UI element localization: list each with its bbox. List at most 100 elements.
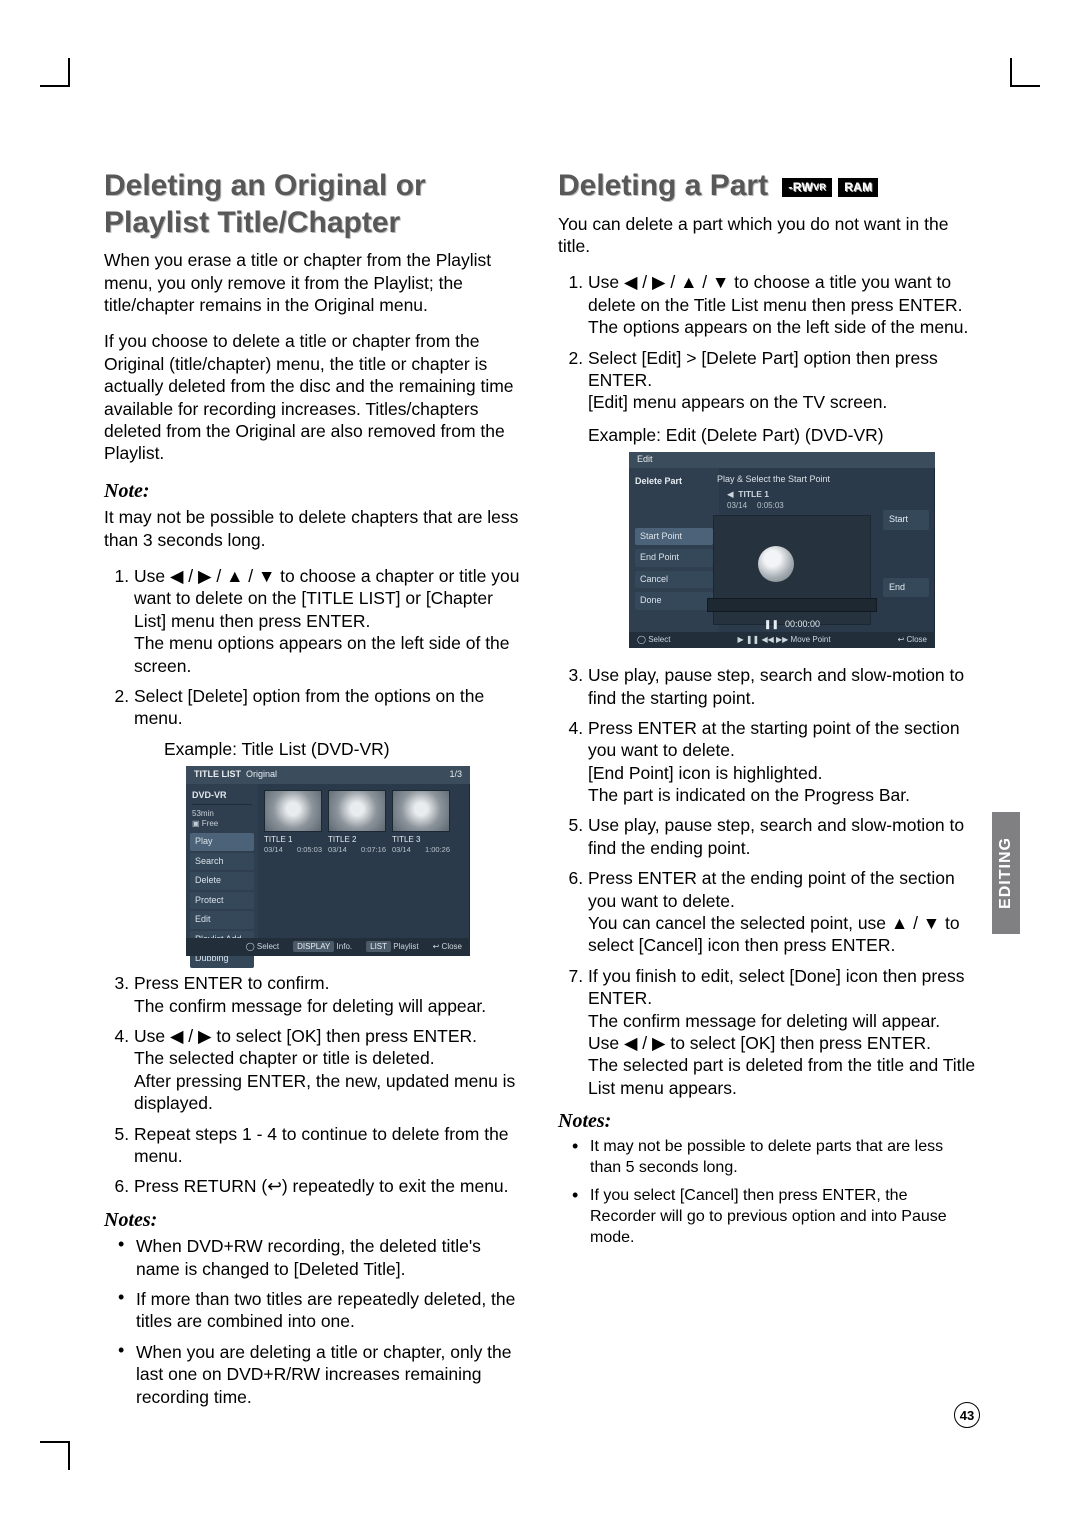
right-step-4: Press ENTER at the starting point of the… xyxy=(588,717,976,807)
right-step-6b: You can cancel the selected point, use ▲… xyxy=(588,912,976,957)
left-heading: Deleting an Original or Playlist Title/C… xyxy=(104,168,522,241)
right-step-7b: The confirm message for deleting will ap… xyxy=(588,1010,976,1032)
pause-icon: ❚❚ xyxy=(764,619,779,631)
example-1-label: Example: Title List (DVD-VR) xyxy=(164,738,522,760)
right-step-6a: Press ENTER at the ending point of the s… xyxy=(588,868,955,910)
shot2-clip-len: 0:05:03 xyxy=(757,501,784,511)
left-note-2: If more than two titles are repeatedly d… xyxy=(122,1288,522,1333)
shot2-bottom-close: Close xyxy=(907,635,927,644)
left-steps: Use ◀ / ▶ / ▲ / ▼ to choose a chapter or… xyxy=(104,565,522,1198)
right-step-4a: Press ENTER at the starting point of the… xyxy=(588,718,960,760)
shot2-clip-title: TITLE 1 xyxy=(738,489,769,499)
shot2-start-point: Start Point xyxy=(635,528,713,546)
shot1-menu-search: Search xyxy=(190,853,254,871)
right-step-7d: The selected part is deleted from the ti… xyxy=(588,1054,976,1099)
left-step-6: Press RETURN (↩) repeatedly to exit the … xyxy=(134,1175,522,1197)
shot1-thumb-2: TITLE 2 03/14 0:07:16 xyxy=(328,790,386,932)
shot2-title: Edit xyxy=(637,454,653,466)
right-step-7a: If you finish to edit, select [Done] ico… xyxy=(588,966,964,1008)
right-column: Deleting a Part -RWVR RAM You can delete… xyxy=(558,168,976,1418)
shot1-menu-edit: Edit xyxy=(190,911,254,929)
left-step-4a: Use ◀ / ▶ to select [OK] then press ENTE… xyxy=(134,1026,477,1046)
right-p1: You can delete a part which you do not w… xyxy=(558,213,976,258)
shot1-thumb-1: TITLE 1 03/140:05:03 xyxy=(264,790,322,932)
badge-rwvr: -RWVR xyxy=(782,178,832,197)
shot1-bottom-close: Close xyxy=(442,942,462,951)
shot1-bottom-list-chip: LIST xyxy=(366,941,391,952)
badge-ram: RAM xyxy=(838,178,878,197)
right-step-7: If you finish to edit, select [Done] ico… xyxy=(588,965,976,1099)
right-note-1: It may not be possible to delete parts t… xyxy=(576,1137,976,1179)
right-step-6: Press ENTER at the ending point of the s… xyxy=(588,867,976,957)
left-step-4b: The selected chapter or title is deleted… xyxy=(134,1047,522,1069)
right-step-1a: Use ◀ / ▶ / ▲ / ▼ to choose a title you … xyxy=(588,272,963,314)
shot2-end-point: End Point xyxy=(635,549,713,567)
shot1-time: 53min xyxy=(192,809,214,818)
page-content: Deleting an Original or Playlist Title/C… xyxy=(104,168,976,1418)
right-step-1b: The options appears on the left side of … xyxy=(588,316,976,338)
shot2-clip-date: 03/14 xyxy=(727,501,747,511)
shot1-bottom-display-chip: DISPLAY xyxy=(293,941,334,952)
shot2-bottom-select: Select xyxy=(648,635,670,644)
shot1-thumb1-len: 0:05:03 xyxy=(297,845,322,855)
left-column: Deleting an Original or Playlist Title/C… xyxy=(104,168,522,1418)
shot2-preview-icon xyxy=(758,546,794,582)
right-step-2b: [Edit] menu appears on the TV screen. xyxy=(588,391,976,413)
section-tab-editing: EDITING xyxy=(992,812,1020,934)
shot1-bottom-playlist: Playlist xyxy=(393,942,418,951)
left-p1: When you erase a title or chapter from t… xyxy=(104,249,522,316)
left-step-2: Select [Delete] option from the options … xyxy=(134,685,522,956)
shot1-thumb2-date: 03/14 xyxy=(328,845,347,855)
left-note-3: When you are deleting a title or chapter… xyxy=(122,1341,522,1408)
example-2-label: Example: Edit (Delete Part) (DVD-VR) xyxy=(588,424,976,446)
right-step-1: Use ◀ / ▶ / ▲ / ▼ to choose a title you … xyxy=(588,271,976,338)
page-number: 43 xyxy=(954,1402,980,1428)
right-heading-text: Deleting a Part xyxy=(558,169,768,202)
left-step-5: Repeat steps 1 - 4 to continue to delete… xyxy=(134,1123,522,1168)
right-step-7c: Use ◀ / ▶ to select [OK] then press ENTE… xyxy=(588,1032,976,1054)
left-step-1a: Use ◀ / ▶ / ▲ / ▼ to choose a chapter or… xyxy=(134,566,519,631)
shot1-thumb3-len: 1:00:26 xyxy=(425,845,450,855)
left-step-1: Use ◀ / ▶ / ▲ / ▼ to choose a chapter or… xyxy=(134,565,522,677)
shot1-menu-play: Play xyxy=(190,833,254,851)
shot2-done: Done xyxy=(635,592,713,610)
shot2-progress-bar xyxy=(707,598,877,612)
shot2-start-btn: Start xyxy=(883,510,929,530)
right-notes-heading: Notes: xyxy=(558,1109,976,1135)
screenshot-edit-delete-part: Edit Delete Part Start Point End Point C… xyxy=(629,452,935,648)
left-step-4c: After pressing ENTER, the new, updated m… xyxy=(134,1070,522,1115)
right-heading: Deleting a Part -RWVR RAM xyxy=(558,168,976,205)
shot2-end-btn: End xyxy=(883,578,929,598)
left-step-3b: The confirm message for deleting will ap… xyxy=(134,995,522,1017)
shot1-menu-protect: Protect xyxy=(190,892,254,910)
shot1-thumb-3: TITLE 3 03/14 1:00:26 xyxy=(392,790,450,932)
shot1-thumb1-title: TITLE 1 xyxy=(264,835,322,845)
right-step-2a: Select [Edit] > [Delete Part] option the… xyxy=(588,348,938,390)
right-step-4b: [End Point] icon is highlighted. xyxy=(588,762,976,784)
screenshot-title-list: TITLE LIST Original 1/3 DVD-VR 53min ▣ F… xyxy=(186,766,470,956)
shot1-thumb3-date: 03/14 xyxy=(392,845,411,855)
shot1-thumb2-len: 0:07:16 xyxy=(361,845,386,855)
note-heading: Note: xyxy=(104,479,522,505)
note-text: It may not be possible to delete chapter… xyxy=(104,506,522,551)
shot1-bottom-info: Info. xyxy=(337,942,353,951)
shot1-disc: DVD-VR xyxy=(192,790,252,802)
section-tab-label: EDITING xyxy=(997,837,1015,909)
shot2-cancel: Cancel xyxy=(635,571,713,589)
shot2-time: 00:00:00 xyxy=(785,619,820,631)
shot1-bottom-select: Select xyxy=(257,942,279,951)
right-note-2: If you select [Cancel] then press ENTER,… xyxy=(576,1186,976,1248)
shot2-left-label: Delete Part xyxy=(635,476,713,488)
left-note-1: When DVD+RW recording, the deleted title… xyxy=(122,1235,522,1280)
left-p2: If you choose to delete a title or chapt… xyxy=(104,330,522,464)
shot1-thumb3-title: TITLE 3 xyxy=(392,835,450,845)
right-notes-list: It may not be possible to delete parts t… xyxy=(558,1137,976,1249)
right-steps: Use ◀ / ▶ / ▲ / ▼ to choose a title you … xyxy=(558,271,976,1099)
shot1-title: TITLE LIST xyxy=(194,769,241,779)
shot1-thumb2-title: TITLE 2 xyxy=(328,835,386,845)
shot1-menu-delete: Delete xyxy=(190,872,254,890)
left-step-4: Use ◀ / ▶ to select [OK] then press ENTE… xyxy=(134,1025,522,1115)
left-notes-list: When DVD+RW recording, the deleted title… xyxy=(104,1235,522,1408)
left-step-3a: Press ENTER to confirm. xyxy=(134,973,329,993)
shot1-pager: 1/3 xyxy=(449,769,462,781)
